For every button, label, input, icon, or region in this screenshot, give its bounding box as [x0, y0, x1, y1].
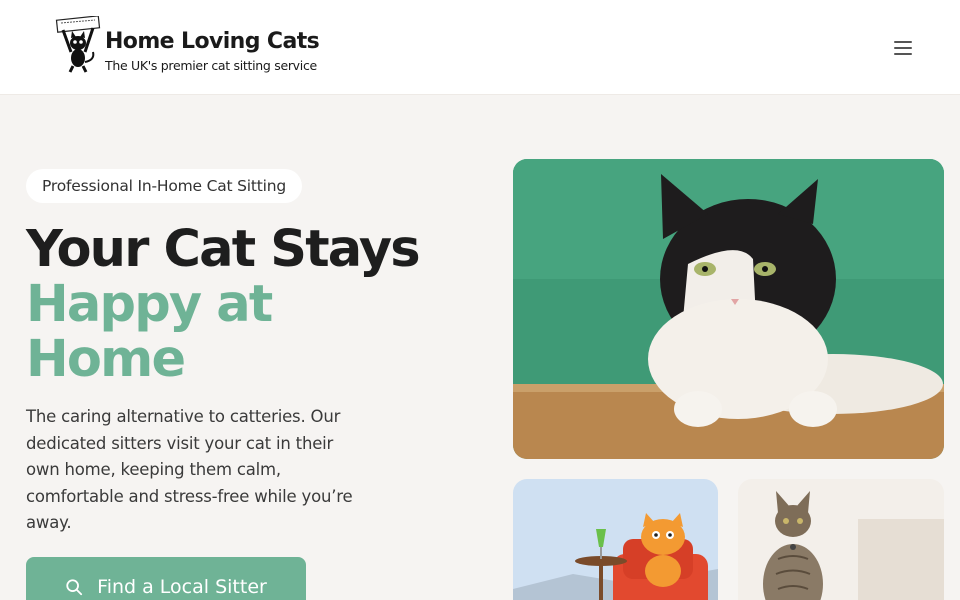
brand-logo[interactable]: Home Loving Cats The UK's premier cat si…: [55, 15, 320, 74]
hamburger-menu-icon[interactable]: [890, 37, 916, 59]
photo-black-white-cat-green-wall: [513, 159, 944, 459]
hero-title: Your Cat Stays Happy at Home: [26, 220, 421, 389]
hero-title-line-1: Your Cat Stays: [26, 220, 421, 279]
brand-tagline: The UK's premier cat sitting service: [105, 58, 317, 73]
illustration-orange-cat-armchair: [513, 479, 718, 600]
brand-name: Home Loving Cats: [105, 29, 320, 54]
hero-badge: Professional In-Home Cat Sitting: [26, 169, 302, 203]
cat-holding-sign-logo-icon: [55, 15, 101, 74]
find-sitter-button[interactable]: Find a Local Sitter: [26, 557, 306, 600]
brand-text: Home Loving Cats The UK's premier cat si…: [105, 28, 320, 74]
site-header: Home Loving Cats The UK's premier cat si…: [0, 0, 960, 95]
hero-title-line-3: Home: [26, 330, 186, 389]
photo-tabby-cat-sitting: [738, 479, 944, 600]
find-sitter-label: Find a Local Sitter: [97, 576, 267, 598]
hero-title-line-2: Happy at: [26, 275, 273, 334]
hero-description: The caring alternative to catteries. Our…: [26, 407, 353, 532]
search-icon: [66, 579, 83, 596]
